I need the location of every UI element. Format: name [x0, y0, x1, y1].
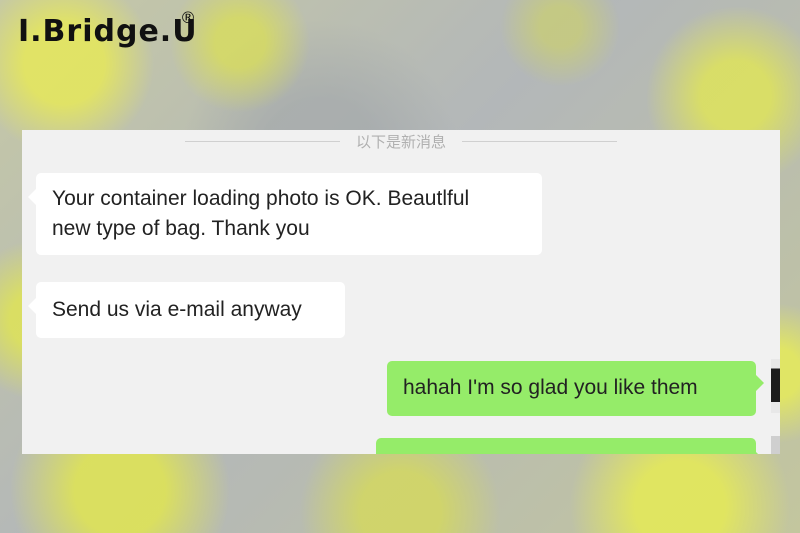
message-bubble-outgoing-partial[interactable]: [376, 438, 764, 454]
message-line: Send us via e-mail anyway: [52, 298, 302, 321]
message-bubble-incoming[interactable]: Send us via e-mail anyway: [28, 282, 345, 338]
chat-window[interactable]: 以下是新消息 Your container loading photo is O…: [22, 130, 780, 454]
brand-logo: I.Bridge.U ®: [18, 8, 198, 49]
message-line: Your container loading photo is OK. Beau…: [52, 187, 470, 210]
message-line: new type of bag. Thank you: [52, 217, 310, 240]
sender-avatar[interactable]: [771, 436, 780, 454]
divider-label: 以下是新消息: [355, 132, 446, 151]
divider-line-left: [184, 140, 340, 142]
divider-line-right: [462, 140, 617, 142]
message-line: hahah I'm so glad you like them: [403, 376, 698, 399]
sender-avatar[interactable]: [771, 359, 780, 413]
new-messages-divider: 以下是新消息: [22, 130, 780, 152]
brand-name: I.Bridge.U: [18, 14, 198, 49]
message-bubble-outgoing[interactable]: hahah I'm so glad you like them: [387, 361, 764, 416]
message-bubble-incoming[interactable]: Your container loading photo is OK. Beau…: [28, 173, 542, 255]
registered-mark: ®: [180, 8, 197, 27]
